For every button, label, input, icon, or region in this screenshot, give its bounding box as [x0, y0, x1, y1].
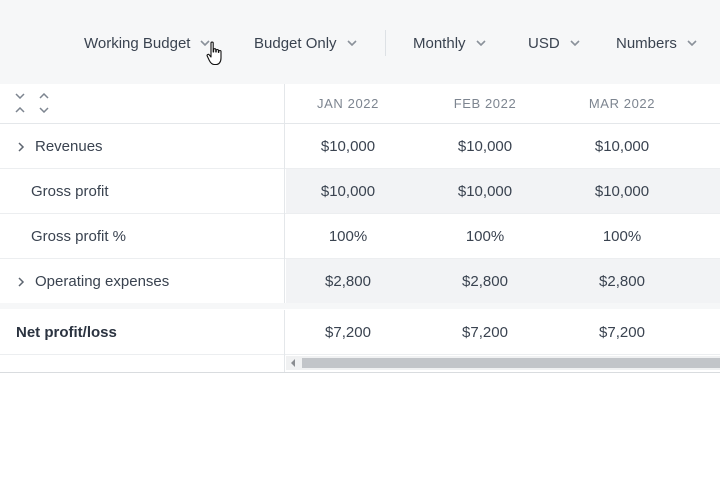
- row-label: Gross profit %: [31, 227, 127, 245]
- row-label: Gross profit: [31, 182, 109, 200]
- cell-value[interactable]: $10,000: [288, 169, 408, 213]
- cell-value[interactable]: $2,800: [425, 259, 545, 303]
- expand-all-icon[interactable]: [13, 91, 27, 101]
- column-header-row: JAN 2022 FEB 2022 MAR 2022: [0, 84, 720, 124]
- chevron-right-icon[interactable]: [16, 140, 26, 152]
- format-dropdown[interactable]: Numbers: [616, 31, 697, 55]
- column-header: MAR 2022: [588, 96, 656, 111]
- expand-collapse-controls: [12, 90, 56, 118]
- scroll-left-icon[interactable]: [288, 358, 298, 368]
- cell-value[interactable]: $2,800: [288, 259, 408, 303]
- cell-value[interactable]: 100%: [425, 214, 545, 258]
- total-value: $7,200: [462, 323, 508, 341]
- scenario-dropdown[interactable]: Budget Only: [254, 31, 357, 55]
- row-label[interactable]: Operating expenses: [35, 259, 169, 303]
- table-row: Operating expenses $2,800 $2,800 $2,800: [0, 259, 720, 304]
- scrollbar-thumb[interactable]: [302, 358, 720, 368]
- cell-value[interactable]: $10,000: [562, 124, 682, 168]
- table-row: Gross profit % 100% 100% 100%: [0, 214, 720, 259]
- toolbar-divider: [385, 30, 386, 56]
- total-label: Net profit/loss: [16, 323, 117, 341]
- chevron-down-icon: [200, 38, 211, 48]
- scenario-dropdown-label: Budget Only: [254, 34, 337, 52]
- total-row: Net profit/loss $7,200 $7,200 $7,200: [0, 310, 720, 355]
- grid-bottom-border: [0, 372, 720, 373]
- chevron-down-icon: [346, 38, 357, 48]
- currency-dropdown-label: USD: [528, 34, 560, 52]
- table-row: Revenues $10,000 $10,000 $10,000: [0, 124, 720, 169]
- budget-dropdown[interactable]: Working Budget: [84, 31, 211, 55]
- currency-dropdown[interactable]: USD: [528, 31, 580, 55]
- column-header: JAN 2022: [317, 96, 379, 111]
- cell-value[interactable]: $10,000: [425, 169, 545, 213]
- column-divider: [284, 310, 285, 372]
- expand-down-icon[interactable]: [37, 105, 51, 115]
- format-dropdown-label: Numbers: [616, 34, 677, 52]
- period-dropdown-label: Monthly: [413, 34, 466, 52]
- row-separator: [0, 303, 720, 309]
- chevron-down-icon: [475, 38, 486, 48]
- chevron-right-icon[interactable]: [16, 275, 26, 287]
- total-value: $7,200: [599, 323, 645, 341]
- horizontal-scrollbar[interactable]: [286, 356, 720, 370]
- column-divider: [284, 84, 285, 303]
- table-row: Gross profit $10,000 $10,000 $10,000: [0, 169, 720, 214]
- collapse-up-icon[interactable]: [37, 91, 51, 101]
- row-label[interactable]: Revenues: [35, 124, 103, 168]
- period-dropdown[interactable]: Monthly: [413, 31, 486, 55]
- total-value: $7,200: [325, 323, 371, 341]
- column-header: FEB 2022: [453, 96, 517, 111]
- collapse-all-icon[interactable]: [13, 105, 27, 115]
- cell-value[interactable]: $10,000: [288, 124, 408, 168]
- cell-value[interactable]: 100%: [288, 214, 408, 258]
- toolbar: Working Budget Budget Only Monthly USD N…: [0, 0, 720, 84]
- chevron-down-icon: [570, 38, 580, 48]
- cell-value[interactable]: $10,000: [425, 124, 545, 168]
- cell-value[interactable]: $2,800: [562, 259, 682, 303]
- budget-dropdown-label: Working Budget: [84, 34, 191, 52]
- chevron-down-icon: [687, 38, 697, 48]
- cell-value[interactable]: $10,000: [562, 169, 682, 213]
- cell-value[interactable]: 100%: [562, 214, 682, 258]
